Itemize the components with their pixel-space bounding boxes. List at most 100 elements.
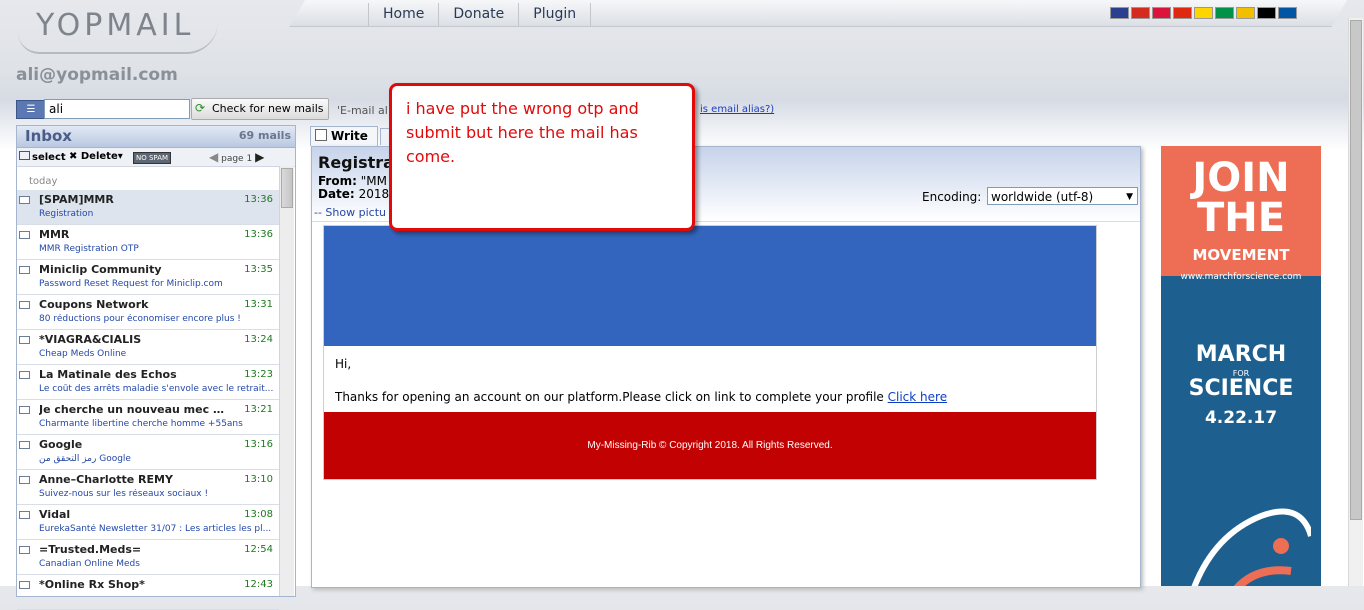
- annotation-text: i have put the wrong otp and submit but …: [406, 99, 639, 166]
- mail-row[interactable]: Miniclip Community 13:35 Password Reset Re…: [17, 260, 279, 295]
- mail-time: 12:54: [244, 544, 273, 555]
- mail-row[interactable]: Je cherche un nouveau mec tr... 13:21 Char…: [17, 400, 279, 435]
- inbox-header: Inbox 69 mails: [17, 126, 295, 148]
- select-button[interactable]: select: [19, 151, 66, 163]
- uk-flag-icon[interactable]: [1110, 7, 1129, 19]
- mailbox-book-icon[interactable]: ☰: [16, 100, 46, 119]
- mail-row[interactable]: Google 13:16 رمز التحقق من Google: [17, 435, 279, 470]
- envelope-icon: [19, 441, 30, 449]
- mail-row[interactable]: Anne–Charlotte REMY 13:10 Suivez-nous sur …: [17, 470, 279, 505]
- germany-flag-icon[interactable]: [1257, 7, 1276, 19]
- mail-from: Google: [39, 438, 83, 451]
- envelope-icon: [19, 371, 30, 379]
- mail-row[interactable]: =Trusted.Meds= 12:54 Canadian Online Meds: [17, 540, 279, 575]
- click-here-link[interactable]: Click here: [888, 390, 947, 404]
- nav-home-link[interactable]: Home: [368, 3, 438, 26]
- ad-headline: JOIN THE: [1161, 158, 1321, 238]
- page-scrollbar[interactable]: [1348, 18, 1363, 586]
- mail-from: MMR: [39, 228, 70, 241]
- chevron-down-icon: ▼: [1126, 192, 1133, 202]
- mail-from: La Matinale des Echos: [39, 368, 177, 381]
- email-footer: My-Missing-Rib © Copyright 2018. All Rig…: [324, 412, 1096, 479]
- mail-time: 13:23: [244, 369, 273, 380]
- poland-flag-icon[interactable]: [1152, 7, 1171, 19]
- alias-text: 'E-mail al: [337, 104, 388, 117]
- ad-march: MARCH: [1195, 342, 1287, 367]
- write-tab[interactable]: Write: [310, 126, 378, 146]
- page-scrollbar-thumb[interactable]: [1350, 20, 1362, 520]
- ad-science: SCIENCE: [1188, 376, 1294, 401]
- mail-row[interactable]: [SPAM]MMR 13:36 Registration: [17, 190, 279, 225]
- write-icon: [315, 129, 327, 141]
- inbox-scrollbar-thumb[interactable]: [281, 168, 293, 208]
- mail-row[interactable]: Coupons Network 13:31 80 réductions pour é…: [17, 295, 279, 330]
- email-copyright: My-Missing-Rib © Copyright 2018. All Rig…: [587, 440, 833, 451]
- date-value: 2018: [358, 187, 390, 201]
- page-label: page 1: [221, 154, 253, 164]
- envelope-icon: [19, 581, 30, 589]
- mail-list: [SPAM]MMR 13:36 Registration MMR 13:36 MMR Re…: [17, 190, 279, 610]
- nav-plugin-link[interactable]: Plugin: [518, 3, 592, 26]
- prev-page-icon[interactable]: ◀: [209, 150, 218, 164]
- encoding-select[interactable]: worldwide (utf-8) ▼: [987, 187, 1138, 205]
- mail-row[interactable]: Vidal 13:08 EurekaSanté Newsletter 31/07 :…: [17, 505, 279, 540]
- mail-from: =Trusted.Meds=: [39, 543, 142, 556]
- ukraine-flag-icon[interactable]: [1194, 7, 1213, 19]
- mail-from: Anne–Charlotte REMY: [39, 473, 173, 486]
- email-content: Hi, Thanks for opening an account on our…: [323, 225, 1097, 480]
- mail-row[interactable]: La Matinale des Echos 13:23 Le coût des ar…: [17, 365, 279, 400]
- check-new-mails-button[interactable]: ⟳ Check for new mails: [191, 98, 329, 120]
- envelope-icon: [19, 231, 30, 239]
- mail-subject: 80 réductions pour économiser encore plu…: [39, 314, 241, 324]
- italy-flag-icon[interactable]: [1215, 7, 1234, 19]
- yopmail-logo[interactable]: YOPMAIL: [36, 8, 194, 43]
- email-alias-link[interactable]: is email alias?): [700, 104, 774, 115]
- march-for-science-ad[interactable]: JOIN THE MOVEMENT www.marchforscience.com…: [1161, 146, 1321, 586]
- email-banner: [324, 226, 1096, 346]
- envelope-icon: [19, 476, 30, 484]
- mail-time: 13:21: [244, 404, 273, 415]
- ad-movement: MOVEMENT: [1192, 246, 1290, 264]
- mail-subject: Suivez-nous sur les réseaux sociaux !: [39, 489, 209, 499]
- inbox-count: 69 mails: [238, 129, 291, 142]
- encoding-value: worldwide (utf-8): [991, 190, 1094, 204]
- no-spam-button[interactable]: NO SPAM: [133, 152, 172, 164]
- select-icon: [19, 151, 30, 160]
- spain-flag-icon[interactable]: [1236, 7, 1255, 19]
- mailbox-input[interactable]: [44, 99, 190, 119]
- from-value: "MM: [360, 174, 387, 188]
- mail-subject: Charmante libertine cherche homme +55ans: [39, 419, 243, 429]
- france-flag-icon[interactable]: [1278, 7, 1297, 19]
- mail-row[interactable]: *Online Rx Shop* 12:43: [17, 575, 279, 610]
- ad-artwork: [1191, 508, 1311, 586]
- mail-time: 13:36: [244, 229, 273, 240]
- envelope-icon: [19, 301, 30, 309]
- inbox-panel: Inbox 69 mails select ✖ Delete▾ NO SPAM …: [16, 125, 296, 610]
- mail-time: 13:08: [244, 509, 273, 520]
- delete-button[interactable]: ✖ Delete▾: [69, 151, 123, 162]
- next-page-icon[interactable]: ▶: [255, 150, 264, 164]
- nav-donate-link[interactable]: Donate: [438, 3, 518, 26]
- inbox-toolbar: select ✖ Delete▾ NO SPAM ◀ page 1 ▶: [17, 148, 295, 167]
- date-label: Date:: [318, 187, 355, 201]
- show-pictures-link[interactable]: -- Show pictu: [314, 206, 386, 219]
- mail-time: 13:10: [244, 474, 273, 485]
- delete-label: Delete: [80, 151, 118, 162]
- message-from: From: "MM: [318, 174, 387, 188]
- top-nav: Home Donate Plugin: [368, 3, 592, 26]
- mail-from: Je cherche un nouveau mec tr...: [39, 403, 229, 416]
- encoding-label: Encoding:: [922, 190, 982, 204]
- inbox-scrollbar[interactable]: [279, 166, 294, 596]
- mail-subject: رمز التحقق من Google: [39, 454, 131, 464]
- mail-from: *VIAGRA&CIALIS: [39, 333, 142, 346]
- mail-row[interactable]: *VIAGRA&CIALIS 13:24 Cheap Meds Online: [17, 330, 279, 365]
- china-flag-icon[interactable]: [1173, 7, 1192, 19]
- envelope-icon: [19, 406, 30, 414]
- envelope-icon: [19, 196, 30, 204]
- email-body: Thanks for opening an account on our pla…: [335, 390, 947, 404]
- mail-from: Coupons Network: [39, 298, 149, 311]
- mail-subject: Le coût des arrêts maladie s'envole avec…: [39, 384, 274, 394]
- russia-flag-icon[interactable]: [1131, 7, 1150, 19]
- check-new-mails-label: Check for new mails: [212, 102, 324, 115]
- mail-row[interactable]: MMR 13:36 MMR Registration OTP: [17, 225, 279, 260]
